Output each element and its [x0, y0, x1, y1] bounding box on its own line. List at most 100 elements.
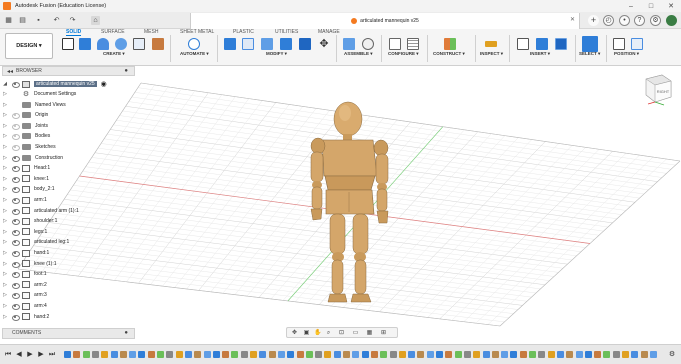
- expand-arrow-icon[interactable]: ▷: [2, 229, 8, 235]
- visibility-eye-icon[interactable]: [11, 271, 20, 279]
- display-settings-icon[interactable]: ▭: [352, 330, 359, 337]
- browser-item[interactable]: ▷ articulated leg:1: [2, 237, 69, 247]
- tab-sheet-metal[interactable]: SHEET METAL: [180, 29, 214, 35]
- timeline-feature-icon[interactable]: [147, 351, 155, 358]
- pan-icon[interactable]: ✋: [314, 330, 321, 337]
- comments-panel[interactable]: COMMENTS ●: [2, 328, 135, 339]
- timeline-feature-icon[interactable]: [73, 351, 81, 358]
- form-icon[interactable]: [152, 38, 164, 50]
- expand-arrow-icon[interactable]: ▷: [2, 218, 8, 224]
- viewports-icon[interactable]: ⊞: [380, 330, 387, 337]
- timeline-feature-icon[interactable]: [538, 351, 546, 358]
- timeline-feature-icon[interactable]: [231, 351, 239, 358]
- visibility-eye-icon[interactable]: [11, 197, 20, 204]
- insert-menu[interactable]: INSERT ▾: [530, 51, 550, 57]
- expand-arrow-icon[interactable]: ▷: [2, 133, 8, 139]
- timeline-feature-icon[interactable]: [175, 351, 183, 358]
- press-pull-icon[interactable]: [224, 38, 236, 50]
- timeline-settings-icon[interactable]: ⚙: [668, 350, 676, 359]
- home-icon[interactable]: ⌂: [91, 16, 100, 25]
- timeline-play-icon[interactable]: ▶: [26, 350, 34, 359]
- timeline-feature-icon[interactable]: [482, 351, 490, 358]
- pattern-icon[interactable]: [133, 38, 145, 50]
- browser-item[interactable]: ▷ articulated arm (1):1: [2, 206, 79, 216]
- collapse-arrow-icon[interactable]: ◢: [2, 81, 8, 87]
- expand-arrow-icon[interactable]: ▷: [2, 102, 8, 108]
- browser-item[interactable]: ▷ legs:1: [2, 227, 47, 237]
- fillet-icon[interactable]: [242, 38, 254, 50]
- timeline-feature-icon[interactable]: [305, 351, 313, 358]
- browser-root-item[interactable]: ◢ articulated mannequin v25 ◉: [2, 79, 107, 89]
- timeline-feature-icon[interactable]: [519, 351, 527, 358]
- browser-item[interactable]: ▷ arm:2: [2, 280, 47, 290]
- timeline-feature-icon[interactable]: [296, 351, 304, 358]
- settings-icon[interactable]: ⚙: [650, 15, 661, 26]
- active-radio-icon[interactable]: ◉: [101, 80, 107, 88]
- close-tab-icon[interactable]: ✕: [570, 16, 575, 23]
- visibility-eye-icon[interactable]: [11, 208, 20, 215]
- app-grid-icon[interactable]: ▦: [4, 16, 13, 25]
- timeline-feature-icon[interactable]: [166, 351, 174, 358]
- timeline-feature-icon[interactable]: [315, 351, 323, 358]
- timeline-feature-icon[interactable]: [119, 351, 127, 358]
- measure-icon[interactable]: [485, 41, 497, 47]
- timeline-feature-icon[interactable]: [436, 351, 443, 358]
- timeline-feature-icon[interactable]: [240, 351, 248, 358]
- timeline-feature-icon[interactable]: [82, 351, 90, 358]
- look-at-icon[interactable]: ▣: [303, 330, 310, 337]
- timeline-back-icon[interactable]: ◀: [15, 350, 23, 359]
- notifications-icon[interactable]: •: [619, 15, 630, 26]
- configure-icon[interactable]: [389, 38, 401, 50]
- browser-item[interactable]: ▷ body_2:1: [2, 184, 55, 194]
- timeline-feature-icon[interactable]: [594, 351, 602, 358]
- job-status-icon[interactable]: ◴: [603, 15, 614, 26]
- browser-item[interactable]: ▷ knee:1: [2, 174, 49, 184]
- revolve-icon[interactable]: [97, 38, 109, 50]
- timeline-feature-icon[interactable]: [91, 351, 99, 358]
- automate-icon[interactable]: [188, 38, 200, 50]
- visibility-eye-icon[interactable]: [11, 81, 20, 88]
- timeline-feature-icon[interactable]: [380, 351, 388, 358]
- timeline-feature-icon[interactable]: [529, 351, 536, 358]
- viewcube[interactable]: RIGHT: [640, 71, 674, 107]
- timeline-feature-icon[interactable]: [640, 351, 648, 358]
- timeline-feature-icon[interactable]: [463, 351, 471, 358]
- insert-mesh-icon[interactable]: [536, 38, 548, 50]
- save-icon[interactable]: ▪: [34, 16, 43, 25]
- visibility-eye-icon[interactable]: [11, 133, 20, 141]
- visibility-eye-icon[interactable]: [11, 239, 20, 247]
- timeline-feature-icon[interactable]: [129, 351, 137, 358]
- inspect-menu[interactable]: INSPECT ▾: [480, 51, 503, 57]
- expand-arrow-icon[interactable]: ▷: [2, 282, 8, 288]
- move-copy-icon[interactable]: ✥: [318, 38, 330, 50]
- expand-arrow-icon[interactable]: ▷: [2, 112, 8, 118]
- timeline-feature-icon[interactable]: [501, 351, 509, 358]
- visibility-eye-icon[interactable]: [11, 155, 20, 162]
- browser-item[interactable]: ▷ Bodies: [2, 131, 50, 141]
- timeline-feature-icon[interactable]: [222, 351, 230, 358]
- timeline-feature-icon[interactable]: [473, 351, 481, 358]
- timeline-feature-icon[interactable]: [138, 351, 146, 358]
- file-icon[interactable]: ▤: [18, 16, 27, 25]
- timeline-feature-icon[interactable]: [343, 351, 350, 358]
- expand-arrow-icon[interactable]: ▷: [2, 165, 8, 171]
- browser-item[interactable]: ▷ Sketches: [2, 142, 56, 152]
- timeline-feature-icon[interactable]: [287, 351, 295, 358]
- timeline-feature-icon[interactable]: [408, 351, 416, 358]
- timeline-feature-icon[interactable]: [612, 351, 620, 358]
- browser-item[interactable]: ▷ shoulder:1: [2, 216, 57, 226]
- timeline-feature-icon[interactable]: [547, 351, 555, 358]
- tab-utilities[interactable]: UTILITIES: [275, 29, 298, 35]
- browser-item[interactable]: ▷ Named Views: [2, 100, 66, 110]
- visibility-eye-icon[interactable]: [11, 186, 20, 194]
- timeline-forward-icon[interactable]: ▶: [37, 350, 45, 359]
- timeline-feature-icon[interactable]: [445, 351, 453, 358]
- timeline-feature-icon[interactable]: [184, 351, 192, 358]
- visibility-eye-icon[interactable]: [11, 123, 20, 130]
- visibility-eye-icon[interactable]: [11, 176, 20, 183]
- comments-add-icon[interactable]: ●: [124, 329, 128, 338]
- combine-icon[interactable]: [299, 38, 311, 50]
- tab-mesh[interactable]: MESH: [144, 29, 158, 35]
- decal-icon[interactable]: [555, 38, 567, 50]
- browser-item[interactable]: ▷ arm:4: [2, 301, 47, 311]
